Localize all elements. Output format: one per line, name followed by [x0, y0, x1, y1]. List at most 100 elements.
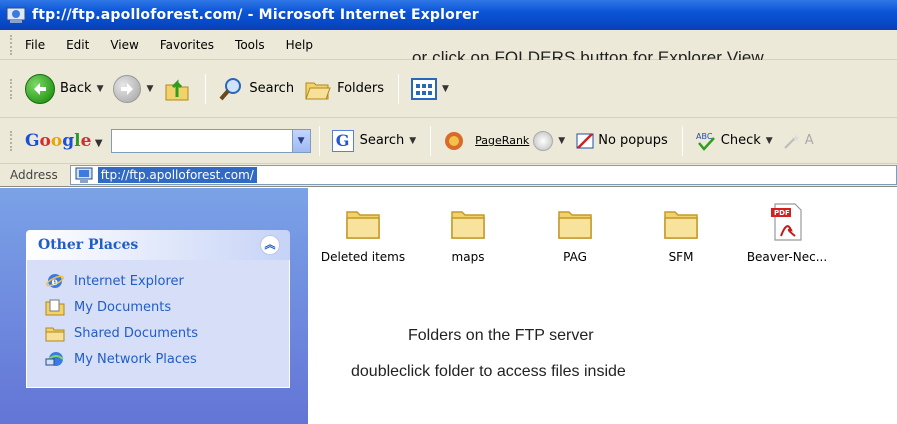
- forward-arrow-icon: [113, 74, 142, 103]
- place-my-documents[interactable]: My Documents: [45, 294, 289, 320]
- google-search-label: Search: [359, 133, 405, 148]
- search-icon: [219, 77, 242, 100]
- folders-icon: [305, 82, 331, 99]
- autofill-button[interactable]: A: [783, 132, 814, 150]
- autofill-wand-icon: [783, 133, 800, 149]
- google-logo[interactable]: Google ▼: [25, 131, 103, 151]
- collapse-chevron-icon[interactable]: ︽: [260, 235, 280, 255]
- forward-button[interactable]: ▼: [113, 74, 153, 103]
- spellcheck-label: Check: [720, 133, 761, 148]
- google-g-icon: G: [331, 129, 354, 152]
- standard-toolbar: Back ▼ ▼ Search Folders ▼: [0, 60, 897, 118]
- menu-help[interactable]: Help: [286, 38, 313, 52]
- file-name: SFM: [668, 250, 694, 264]
- folder-item[interactable]: maps: [413, 200, 523, 264]
- menu-edit[interactable]: Edit: [66, 38, 89, 52]
- toolbar-grip[interactable]: [10, 34, 13, 55]
- popup-blocker-icon: [576, 132, 594, 149]
- svg-text:e: e: [52, 277, 58, 288]
- ftp-info-annotation: Folders on the FTP server: [408, 327, 594, 344]
- doubleclick-annotation: doubleclick folder to access files insid…: [351, 363, 626, 380]
- place-label: Shared Documents: [74, 325, 199, 341]
- address-input[interactable]: ftp://ftp.apolloforest.com/: [69, 165, 897, 185]
- folder-icon: [346, 211, 380, 239]
- toolbar-separator: [398, 73, 400, 104]
- file-name: maps: [451, 250, 485, 264]
- autofill-label: A: [804, 133, 814, 148]
- svg-text:PDF: PDF: [774, 209, 790, 217]
- menu-favorites[interactable]: Favorites: [160, 38, 214, 52]
- toolbar-separator: [318, 125, 320, 156]
- menu-view[interactable]: View: [110, 38, 138, 52]
- folder-item[interactable]: Deleted items: [308, 200, 418, 264]
- chevron-down-icon[interactable]: ▼: [97, 84, 104, 94]
- folder-item[interactable]: SFM: [626, 200, 736, 264]
- folders-label: Folders: [337, 81, 385, 96]
- popup-blocker-button[interactable]: No popups: [575, 131, 668, 151]
- other-places-list: e Internet Explorer My Documents Shared …: [26, 260, 290, 388]
- toolbar-separator: [205, 73, 207, 104]
- other-places-panel: Other Places ︽ e Internet Explorer My Do…: [26, 230, 290, 388]
- shared-documents-icon: [45, 327, 65, 342]
- google-search-button[interactable]: G Search ▼: [331, 129, 416, 152]
- pdf-document-icon: PDF: [771, 203, 802, 241]
- title-bar: ftp://ftp.apolloforest.com/ - Microsoft …: [0, 0, 897, 30]
- search-label: Search: [249, 81, 295, 96]
- folder-item[interactable]: PAG: [520, 200, 630, 264]
- place-shared-documents[interactable]: Shared Documents: [45, 320, 289, 346]
- menu-tools[interactable]: Tools: [235, 38, 265, 52]
- views-button[interactable]: ▼: [411, 77, 449, 100]
- spellcheck-button[interactable]: ABC Check ▼: [695, 130, 773, 152]
- file-name: PAG: [563, 250, 587, 264]
- toolbar-grip[interactable]: [10, 130, 13, 151]
- pagerank-indicator[interactable]: PageRank ▼: [475, 130, 565, 151]
- task-pane: Other Places ︽ e Internet Explorer My Do…: [0, 188, 308, 424]
- back-label: Back: [60, 81, 92, 96]
- chevron-down-icon[interactable]: ▼: [409, 136, 416, 146]
- ftp-computer-icon: [75, 167, 93, 183]
- google-search-input[interactable]: ▼: [110, 128, 311, 153]
- news-button[interactable]: [443, 130, 465, 152]
- place-label: Internet Explorer: [74, 273, 184, 289]
- pagerank-label: PageRank: [475, 134, 530, 147]
- toolbar-separator: [430, 125, 432, 156]
- ie-ftp-icon: [6, 7, 26, 23]
- chevron-down-icon[interactable]: ▼: [291, 129, 310, 152]
- address-value: ftp://ftp.apolloforest.com/: [97, 167, 257, 183]
- chevron-down-icon[interactable]: ▼: [766, 136, 773, 146]
- chevron-down-icon[interactable]: ▼: [442, 84, 449, 94]
- toolbar-grip[interactable]: [10, 78, 13, 99]
- place-my-network-places[interactable]: My Network Places: [45, 346, 289, 372]
- chevron-down-icon[interactable]: ▼: [558, 136, 565, 146]
- address-label: Address: [10, 168, 58, 182]
- pdf-file-item[interactable]: PDF Beaver-Nec...: [732, 200, 842, 264]
- spellcheck-icon: ABC: [696, 132, 715, 151]
- back-button[interactable]: Back ▼: [25, 73, 104, 104]
- folder-icon: [451, 211, 485, 239]
- place-internet-explorer[interactable]: e Internet Explorer: [45, 268, 289, 294]
- svg-text:ABC: ABC: [696, 132, 713, 141]
- other-places-header[interactable]: Other Places ︽: [26, 230, 290, 260]
- popup-blocker-label: No popups: [598, 133, 668, 148]
- folders-button[interactable]: Folders: [304, 77, 384, 101]
- search-button[interactable]: Search: [218, 76, 294, 102]
- chevron-down-icon[interactable]: ▼: [146, 84, 153, 94]
- file-name: Beaver-Nec...: [746, 250, 828, 264]
- place-label: My Documents: [74, 299, 172, 315]
- toolbar-separator: [681, 125, 683, 156]
- file-view: Deleted items maps PAG SFM PDF Beaver-Ne…: [308, 188, 897, 424]
- my-documents-icon: [45, 299, 65, 316]
- address-bar: Address ftp://ftp.apolloforest.com/: [0, 164, 897, 187]
- file-name: Deleted items: [320, 250, 406, 264]
- google-toolbar: Google ▼ ▼ G Search ▼ PageRank ▼ No popu…: [0, 118, 897, 164]
- menu-file[interactable]: File: [25, 38, 45, 52]
- folder-icon: [664, 211, 698, 239]
- views-grid-icon: [411, 77, 438, 100]
- news-icon: [445, 131, 464, 150]
- folder-icon: [558, 211, 592, 239]
- up-folder-icon: [165, 78, 189, 100]
- window-title: ftp://ftp.apolloforest.com/ - Microsoft …: [32, 7, 479, 23]
- internet-explorer-icon: e: [45, 274, 65, 288]
- network-places-icon: [45, 352, 64, 366]
- up-folder-button[interactable]: [163, 75, 191, 103]
